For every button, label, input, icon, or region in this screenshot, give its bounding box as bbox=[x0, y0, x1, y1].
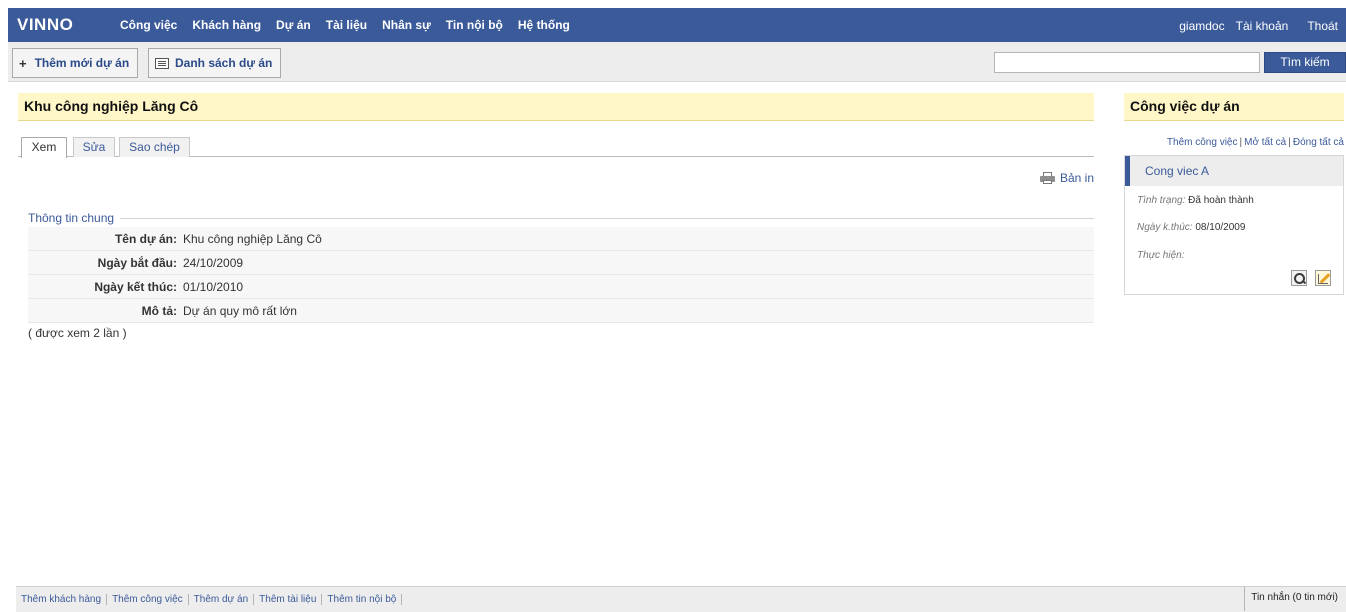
print-link[interactable]: Bản in bbox=[1040, 171, 1094, 185]
add-project-label: Thêm mới dự án bbox=[34, 56, 130, 70]
page-title: Khu công nghiệp Lăng Cô bbox=[18, 93, 1094, 121]
info-label: Mô tả: bbox=[141, 303, 177, 318]
info-row-description: Mô tả: Dự án quy mô rất lớn bbox=[28, 299, 1094, 323]
add-project-button[interactable]: + Thêm mới dự án bbox=[12, 48, 139, 78]
project-list-button[interactable]: Danh sách dự án bbox=[148, 48, 282, 78]
task-actions bbox=[1291, 270, 1331, 286]
view-task-icon[interactable] bbox=[1291, 270, 1307, 286]
task-name[interactable]: Cong viec A bbox=[1125, 156, 1343, 186]
task-end-date: Ngày k.thúc: 08/10/2009 bbox=[1137, 222, 1245, 233]
quick-add-customer[interactable]: Thêm khách hàng bbox=[16, 593, 108, 605]
add-task-link[interactable]: Thêm công việc bbox=[1167, 137, 1238, 148]
edit-task-icon[interactable] bbox=[1315, 270, 1331, 286]
print-label: Bản in bbox=[1060, 171, 1095, 185]
tab-view[interactable]: Xem bbox=[21, 137, 67, 158]
search-input[interactable] bbox=[994, 52, 1260, 73]
quick-links: Thêm khách hàng Thêm công việc Thêm dự á… bbox=[16, 587, 403, 611]
main-menu: Công việc Khách hàng Dự án Tài liệu Nhân… bbox=[120, 18, 585, 32]
printer-icon bbox=[1040, 172, 1055, 184]
info-row-name: Tên dự án: Khu công nghiệp Lăng Cô bbox=[28, 227, 1094, 251]
nav-item-du-an[interactable]: Dự án bbox=[276, 18, 311, 32]
search-button[interactable]: Tìm kiếm bbox=[1264, 52, 1346, 73]
section-header: Thông tin chung bbox=[28, 211, 1094, 225]
collapse-all-link[interactable]: Đóng tất cả bbox=[1293, 137, 1344, 148]
list-icon bbox=[155, 57, 169, 69]
nav-item-tai-lieu[interactable]: Tài liệu bbox=[326, 18, 367, 32]
project-list-label: Danh sách dự án bbox=[175, 56, 273, 70]
info-label: Ngày bắt đầu: bbox=[97, 255, 177, 270]
info-value: 24/10/2009 bbox=[183, 255, 244, 270]
user-menu: giamdoc Tài khoản Thoát bbox=[1168, 19, 1338, 33]
end-date-label: Ngày k.thúc: bbox=[1137, 222, 1193, 233]
assignee-label: Thực hiện: bbox=[1137, 250, 1185, 261]
tab-bar: Xem Sửa Sao chép bbox=[18, 137, 1094, 158]
task-card: Cong viec A Tình trạng: Đã hoàn thành Ng… bbox=[1124, 155, 1344, 295]
app-logo[interactable]: VINNO bbox=[17, 15, 73, 35]
toolbar: + Thêm mới dự án Danh sách dự án Tìm kiế… bbox=[8, 42, 1346, 82]
quick-add-project[interactable]: Thêm dự án bbox=[189, 593, 255, 605]
link-separator: | bbox=[1239, 137, 1243, 148]
sidebar-links: Thêm công việc | Mở tất cả | Đóng tất cả bbox=[1124, 137, 1344, 148]
quick-add-document[interactable]: Thêm tài liệu bbox=[254, 593, 323, 605]
nav-item-he-thong[interactable]: Hệ thống bbox=[518, 18, 570, 32]
section-divider bbox=[28, 218, 1094, 219]
plus-icon: + bbox=[19, 55, 27, 71]
info-row-start-date: Ngày bắt đầu: 24/10/2009 bbox=[28, 251, 1094, 275]
account-link[interactable]: Tài khoản bbox=[1236, 19, 1289, 33]
task-status: Tình trạng: Đã hoàn thành bbox=[1137, 195, 1254, 206]
status-value: Đã hoàn thành bbox=[1188, 195, 1254, 206]
nav-item-nhan-su[interactable]: Nhân sự bbox=[382, 18, 431, 32]
info-row-end-date: Ngày kết thúc: 01/10/2010 bbox=[28, 275, 1094, 299]
view-count: ( được xem 2 lần ) bbox=[28, 326, 127, 340]
status-label: Tình trạng: bbox=[1137, 195, 1186, 206]
quick-add-news[interactable]: Thêm tin nội bộ bbox=[322, 593, 403, 605]
expand-all-link[interactable]: Mở tất cả bbox=[1244, 137, 1286, 148]
quick-add-task[interactable]: Thêm công việc bbox=[107, 593, 189, 605]
nav-item-tin-noi-bo[interactable]: Tin nội bộ bbox=[446, 18, 503, 32]
messages-link[interactable]: Tin nhắn (0 tin mới) bbox=[1244, 587, 1346, 611]
section-title: Thông tin chung bbox=[28, 211, 121, 225]
info-label: Tên dự án: bbox=[114, 231, 177, 246]
project-info-table: Tên dự án: Khu công nghiệp Lăng Cô Ngày … bbox=[28, 227, 1094, 323]
tab-copy[interactable]: Sao chép bbox=[119, 137, 190, 157]
info-value: Dự án quy mô rất lớn bbox=[183, 303, 297, 318]
task-assignee: Thực hiện: bbox=[1137, 250, 1184, 261]
top-navigation-bar: VINNO Công việc Khách hàng Dự án Tài liệ… bbox=[8, 8, 1346, 42]
info-value: 01/10/2010 bbox=[183, 279, 244, 294]
info-value: Khu công nghiệp Lăng Cô bbox=[183, 231, 322, 246]
info-label: Ngày kết thúc: bbox=[94, 279, 177, 294]
sidebar-title: Công việc dự án bbox=[1124, 93, 1344, 121]
nav-item-khach-hang[interactable]: Khách hàng bbox=[192, 18, 261, 32]
tab-edit[interactable]: Sửa bbox=[73, 137, 115, 157]
bottom-bar: Thêm khách hàng Thêm công việc Thêm dự á… bbox=[16, 586, 1346, 612]
username-link[interactable]: giamdoc bbox=[1179, 19, 1224, 33]
logout-link[interactable]: Thoát bbox=[1307, 19, 1338, 33]
nav-item-cong-viec[interactable]: Công việc bbox=[120, 18, 177, 32]
link-separator: | bbox=[1288, 137, 1291, 148]
end-date-value: 08/10/2009 bbox=[1195, 222, 1246, 233]
